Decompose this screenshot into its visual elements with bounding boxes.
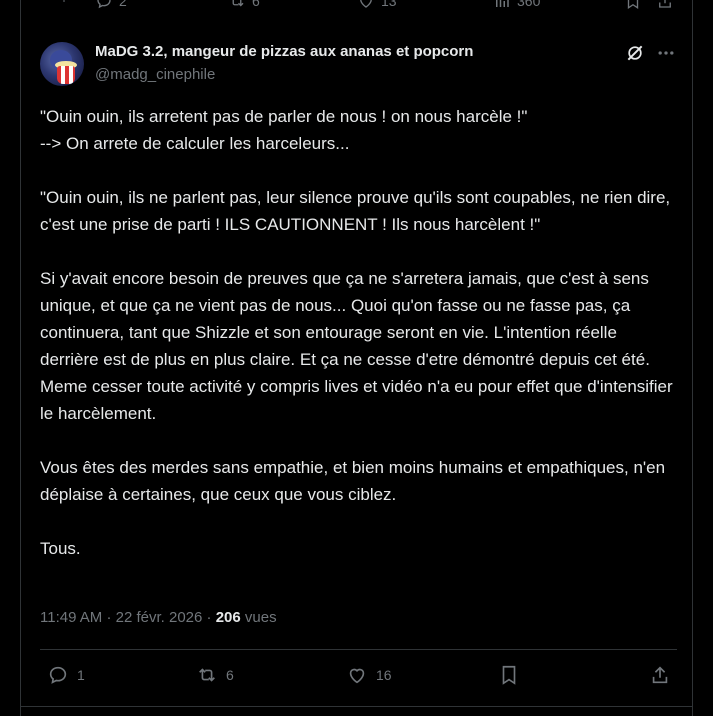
prev-bookmark-button[interactable]	[624, 0, 642, 10]
repost-button[interactable]: 6	[196, 664, 234, 686]
reply-icon	[49, 666, 67, 684]
prev-repost-button[interactable]: 6	[228, 0, 260, 10]
prev-views-count: 360	[517, 0, 541, 9]
reply-icon	[97, 0, 111, 9]
prev-reply-count: 2	[119, 0, 127, 9]
more-icon[interactable]	[656, 43, 676, 63]
post-meta: 11:49 AM · 22 févr. 2026 · 206 vues	[40, 609, 277, 626]
views-icon	[496, 0, 509, 7]
share-icon	[659, 0, 671, 8]
post-paragraph: Si y'avait encore besoin de preuves que …	[40, 269, 673, 423]
post-text: "Ouin ouin, ils arretent pas de parler d…	[40, 103, 680, 562]
post-actions: 1 6 16	[0, 664, 713, 690]
reply-button[interactable]: 1	[47, 664, 85, 686]
column-border-right	[692, 0, 693, 716]
repost-icon	[232, 0, 244, 7]
author-handle[interactable]: @madg_cinephile	[95, 66, 215, 83]
post-paragraph: "Ouin ouin, ils arretent pas de parler d…	[40, 107, 528, 153]
prev-share-button[interactable]	[656, 0, 674, 10]
like-count: 16	[376, 667, 392, 683]
bookmark-button[interactable]	[498, 664, 520, 686]
like-icon	[349, 668, 365, 684]
prev-repost-count: 6	[252, 0, 260, 9]
meta-separator: ·	[106, 609, 112, 626]
post-paragraph: Vous êtes des merdes sans empathie, et b…	[40, 458, 666, 504]
column-border-left	[20, 0, 21, 716]
reply-count: 1	[77, 667, 85, 683]
prev-views-button[interactable]: 360	[493, 0, 540, 10]
grok-icon[interactable]	[625, 43, 645, 63]
divider	[40, 649, 677, 650]
share-button[interactable]	[649, 664, 671, 686]
post-paragraph: Tous.	[40, 539, 81, 558]
bottom-divider	[20, 706, 692, 707]
post-views-label: vues	[244, 609, 277, 626]
like-icon	[360, 0, 372, 8]
prev-like-count: 13	[381, 0, 397, 9]
post-date[interactable]: 22 févr. 2026	[116, 609, 203, 626]
prev-reply-button[interactable]: 2	[95, 0, 127, 10]
share-icon	[652, 666, 668, 684]
post-paragraph: "Ouin ouin, ils ne parlent pas, leur sil…	[40, 188, 671, 234]
bookmark-icon	[502, 665, 516, 685]
previous-post-actions: 2 6 13 360	[0, 0, 713, 16]
post-time[interactable]: 11:49 AM	[40, 609, 102, 626]
like-button[interactable]: 16	[346, 664, 392, 686]
avatar[interactable]	[40, 42, 84, 86]
repost-count: 6	[226, 667, 234, 683]
thread-line	[63, 0, 65, 2]
meta-separator: ·	[206, 609, 212, 626]
prev-like-button[interactable]: 13	[357, 0, 397, 10]
repost-icon	[199, 668, 215, 682]
bookmark-icon	[627, 0, 639, 10]
avatar-popcorn-box	[57, 66, 75, 84]
author-display-name[interactable]: MaDG 3.2, mangeur de pizzas aux ananas e…	[95, 43, 473, 60]
post-views-count: 206	[215, 609, 241, 626]
